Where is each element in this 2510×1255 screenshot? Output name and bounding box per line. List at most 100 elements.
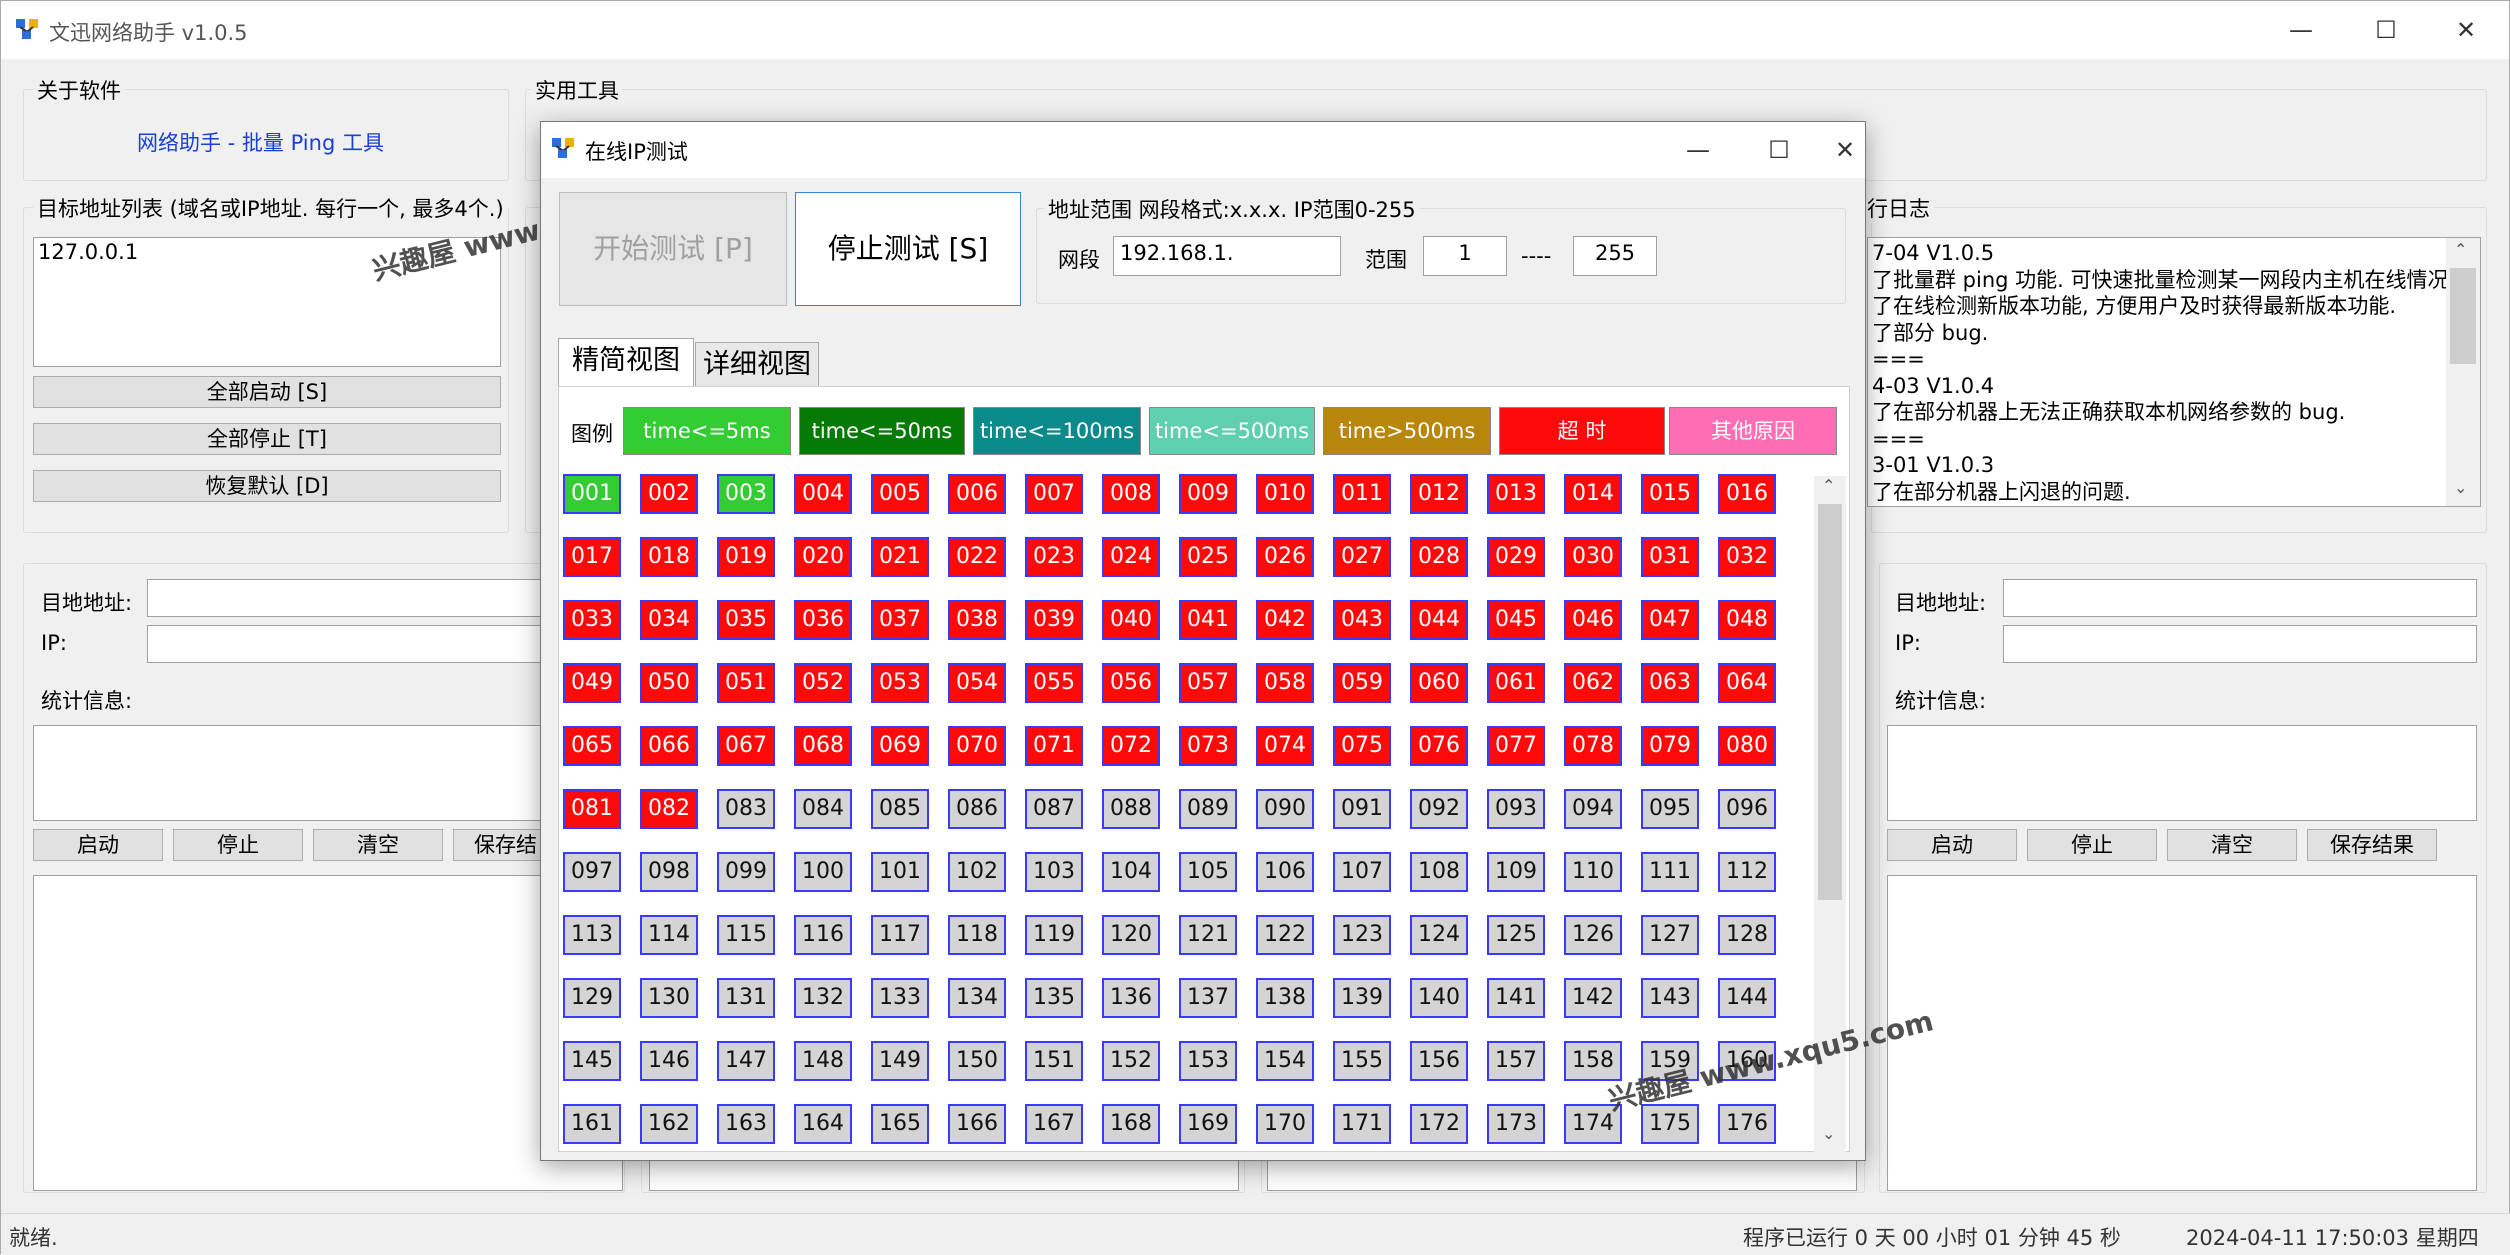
clear-button[interactable]: 清空: [313, 829, 443, 861]
ip-cell[interactable]: 055: [1025, 663, 1083, 703]
ip-cell[interactable]: 110: [1564, 852, 1622, 892]
ip-cell[interactable]: 034: [640, 600, 698, 640]
ip-cell[interactable]: 071: [1025, 726, 1083, 766]
ip-input[interactable]: [2003, 625, 2477, 663]
ip-cell[interactable]: 062: [1564, 663, 1622, 703]
ip-cell[interactable]: 130: [640, 978, 698, 1018]
ip-cell[interactable]: 115: [717, 915, 775, 955]
ip-cell[interactable]: 128: [1718, 915, 1776, 955]
scroll-up-icon[interactable]: ⌃: [1822, 476, 1835, 495]
ip-cell[interactable]: 088: [1102, 789, 1160, 829]
ip-cell[interactable]: 149: [871, 1041, 929, 1081]
ip-cell[interactable]: 013: [1487, 474, 1545, 514]
ip-cell[interactable]: 107: [1333, 852, 1391, 892]
ip-cell[interactable]: 025: [1179, 537, 1237, 577]
maximize-button[interactable]: ☐: [2351, 1, 2421, 59]
ip-cell[interactable]: 097: [563, 852, 621, 892]
ip-cell[interactable]: 117: [871, 915, 929, 955]
ip-cell[interactable]: 003: [717, 474, 775, 514]
ip-cell[interactable]: 116: [794, 915, 852, 955]
tab-compact-view[interactable]: 精简视图: [558, 338, 694, 386]
ip-cell[interactable]: 105: [1179, 852, 1237, 892]
ip-cell[interactable]: 047: [1641, 600, 1699, 640]
ip-cell[interactable]: 054: [948, 663, 1006, 703]
ip-cell[interactable]: 161: [563, 1104, 621, 1144]
ip-cell[interactable]: 086: [948, 789, 1006, 829]
ip-cell[interactable]: 032: [1718, 537, 1776, 577]
ip-cell[interactable]: 029: [1487, 537, 1545, 577]
ip-cell[interactable]: 162: [640, 1104, 698, 1144]
ip-cell[interactable]: 061: [1487, 663, 1545, 703]
ip-cell[interactable]: 118: [948, 915, 1006, 955]
ip-cell[interactable]: 096: [1718, 789, 1776, 829]
dialog-maximize-button[interactable]: ☐: [1744, 122, 1814, 178]
ip-cell[interactable]: 021: [871, 537, 929, 577]
ip-cell[interactable]: 090: [1256, 789, 1314, 829]
ip-cell[interactable]: 031: [1641, 537, 1699, 577]
log-scrollbar[interactable]: ⌃ ⌄: [2446, 238, 2480, 506]
ip-cell[interactable]: 028: [1410, 537, 1468, 577]
ip-cell[interactable]: 114: [640, 915, 698, 955]
close-button[interactable]: ✕: [2431, 1, 2501, 59]
ip-cell[interactable]: 016: [1718, 474, 1776, 514]
start-button[interactable]: 启动: [1887, 829, 2017, 861]
ip-cell[interactable]: 176: [1718, 1104, 1776, 1144]
ip-cell[interactable]: 123: [1333, 915, 1391, 955]
ip-cell[interactable]: 039: [1025, 600, 1083, 640]
ip-cell[interactable]: 068: [794, 726, 852, 766]
ip-cell[interactable]: 046: [1564, 600, 1622, 640]
about-link[interactable]: 网络助手 - 批量 Ping 工具: [137, 127, 384, 157]
ip-cell[interactable]: 017: [563, 537, 621, 577]
stop-all-button[interactable]: 全部停止 [T]: [33, 423, 501, 455]
ip-cell[interactable]: 085: [871, 789, 929, 829]
ip-cell[interactable]: 126: [1564, 915, 1622, 955]
ip-cell[interactable]: 135: [1025, 978, 1083, 1018]
scroll-up-icon[interactable]: ⌃: [2454, 240, 2467, 259]
ip-cell[interactable]: 040: [1102, 600, 1160, 640]
ip-cell[interactable]: 058: [1256, 663, 1314, 703]
log-scroll-thumb[interactable]: [2450, 268, 2476, 364]
ip-cell[interactable]: 153: [1179, 1041, 1237, 1081]
ip-cell[interactable]: 113: [563, 915, 621, 955]
ip-cell[interactable]: 141: [1487, 978, 1545, 1018]
ip-cell[interactable]: 108: [1410, 852, 1468, 892]
ip-cell[interactable]: 089: [1179, 789, 1237, 829]
ip-cell[interactable]: 043: [1333, 600, 1391, 640]
ip-cell[interactable]: 158: [1564, 1041, 1622, 1081]
ip-cell[interactable]: 049: [563, 663, 621, 703]
ip-cell[interactable]: 084: [794, 789, 852, 829]
ip-cell[interactable]: 143: [1641, 978, 1699, 1018]
ip-cell[interactable]: 124: [1410, 915, 1468, 955]
ip-cell[interactable]: 175: [1641, 1104, 1699, 1144]
segment-input[interactable]: 192.168.1.: [1113, 236, 1341, 276]
ip-cell[interactable]: 157: [1487, 1041, 1545, 1081]
ip-cell[interactable]: 101: [871, 852, 929, 892]
ip-cell[interactable]: 005: [871, 474, 929, 514]
ip-cell[interactable]: 112: [1718, 852, 1776, 892]
ip-cell[interactable]: 037: [871, 600, 929, 640]
range-to-input[interactable]: 255: [1573, 236, 1657, 276]
ip-cell[interactable]: 027: [1333, 537, 1391, 577]
ip-cell[interactable]: 131: [717, 978, 775, 1018]
ip-cell[interactable]: 095: [1641, 789, 1699, 829]
ip-cell[interactable]: 038: [948, 600, 1006, 640]
ip-cell[interactable]: 142: [1564, 978, 1622, 1018]
ip-cell[interactable]: 092: [1410, 789, 1468, 829]
ip-cell[interactable]: 065: [563, 726, 621, 766]
ip-cell[interactable]: 064: [1718, 663, 1776, 703]
ip-cell[interactable]: 172: [1410, 1104, 1468, 1144]
ip-cell[interactable]: 012: [1410, 474, 1468, 514]
start-button[interactable]: 启动: [33, 829, 163, 861]
start-test-button[interactable]: 开始测试 [P]: [559, 192, 787, 306]
target-address-input[interactable]: [2003, 579, 2477, 617]
ip-cell[interactable]: 051: [717, 663, 775, 703]
ip-cell[interactable]: 150: [948, 1041, 1006, 1081]
ip-cell[interactable]: 137: [1179, 978, 1237, 1018]
clear-button[interactable]: 清空: [2167, 829, 2297, 861]
ip-cell[interactable]: 125: [1487, 915, 1545, 955]
ip-cell[interactable]: 154: [1256, 1041, 1314, 1081]
ip-cell[interactable]: 104: [1102, 852, 1160, 892]
ip-cell[interactable]: 026: [1256, 537, 1314, 577]
ip-cell[interactable]: 094: [1564, 789, 1622, 829]
dialog-close-button[interactable]: ✕: [1825, 122, 1865, 178]
